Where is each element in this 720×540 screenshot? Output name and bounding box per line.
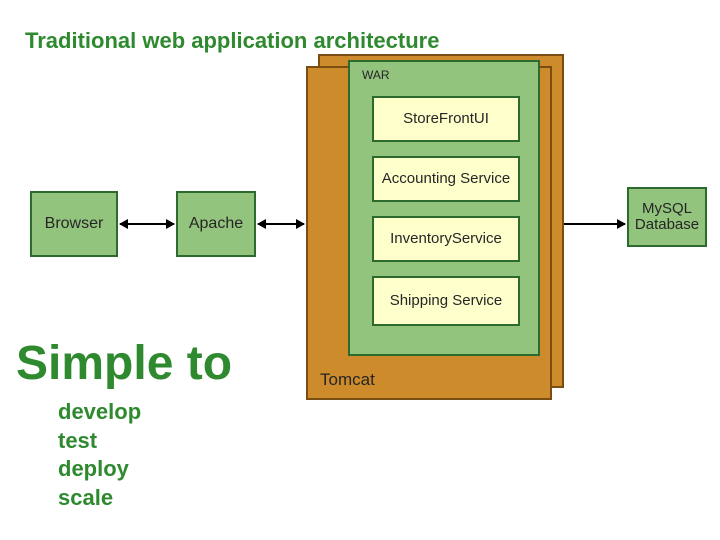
service-shipping: Shipping Service: [372, 276, 520, 326]
node-war: WAR StoreFrontUI Accounting Service Inve…: [348, 60, 540, 356]
callout-heading: Simple to: [16, 336, 232, 391]
bullet-deploy: deploy: [58, 455, 141, 484]
db-line1: MySQL: [642, 201, 692, 218]
callout-list: develop test deploy scale: [58, 398, 141, 512]
diagram-title: Traditional web application architecture: [25, 28, 439, 54]
node-database: MySQL Database: [627, 187, 707, 247]
service-accounting: Accounting Service: [372, 156, 520, 202]
service-inventory: InventoryService: [372, 216, 520, 262]
service-storefront-ui: StoreFrontUI: [372, 96, 520, 142]
bullet-scale: scale: [58, 484, 141, 513]
tomcat-label: Tomcat: [320, 370, 375, 390]
bullet-develop: develop: [58, 398, 141, 427]
arrow-browser-apache: [120, 223, 174, 225]
arrow-apache-tomcat: [258, 223, 304, 225]
db-line2: Database: [635, 217, 699, 234]
node-apache: Apache: [176, 191, 256, 257]
bullet-test: test: [58, 427, 141, 456]
war-label: WAR: [362, 68, 390, 82]
node-browser: Browser: [30, 191, 118, 257]
